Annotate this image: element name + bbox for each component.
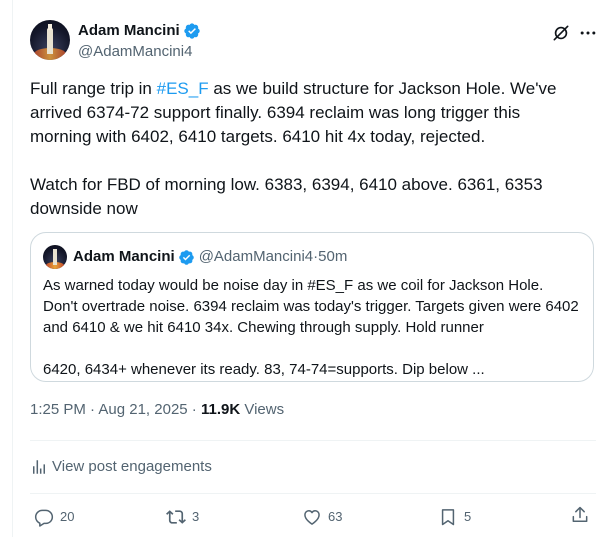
views-count: 11.9K <box>200 401 241 418</box>
tweet-date[interactable]: Aug 21, 2025 <box>98 401 187 418</box>
tweet-header: Adam Mancini @AdamMancini4 <box>30 20 596 66</box>
divider <box>30 493 596 494</box>
view-engagements-link[interactable]: View post engagements <box>30 457 212 477</box>
grok-icon[interactable] <box>551 23 571 43</box>
quoted-tweet-text: As warned today would be noise day in #E… <box>43 277 579 378</box>
repost-button[interactable]: 3 <box>166 505 199 529</box>
hashtag-link[interactable]: #ES_F <box>157 79 209 98</box>
bookmark-icon <box>441 509 455 526</box>
avatar[interactable] <box>30 20 70 60</box>
quoted-tweet-header: Adam Mancini @AdamMancini4 · 50m <box>43 245 347 269</box>
heart-icon <box>304 510 320 525</box>
verified-badge-icon <box>184 23 200 39</box>
repost-icon <box>166 510 186 524</box>
divider <box>30 440 596 441</box>
reply-count: 20 <box>60 509 75 524</box>
views-label: Views <box>240 401 285 418</box>
tweet-meta: 1:25 PM · Aug 21, 2025 · 11.9K Views <box>30 400 284 420</box>
action-bar: 20 3 63 5 <box>30 505 596 529</box>
reply-icon <box>34 509 54 527</box>
author-name-row[interactable]: Adam Mancini <box>78 21 201 41</box>
view-engagements-label: View post engagements <box>52 458 212 475</box>
author-handle[interactable]: @AdamMancini4 <box>78 42 192 62</box>
reply-button[interactable]: 20 <box>34 505 74 529</box>
quoted-avatar <box>43 245 67 269</box>
timeline-border <box>12 0 13 537</box>
like-count: 63 <box>328 509 343 524</box>
more-options-icon[interactable] <box>578 23 598 43</box>
share-button[interactable] <box>570 505 596 525</box>
tweet-time[interactable]: 1:25 PM <box>30 401 86 418</box>
like-button[interactable]: 63 <box>302 505 342 529</box>
tweet-text-part: as we build structure for Jackson Hole. … <box>30 79 557 218</box>
quoted-display-name: Adam Mancini <box>73 248 175 265</box>
bookmark-button[interactable]: 5 <box>438 505 471 529</box>
quoted-age: 50m <box>318 248 348 265</box>
meta-separator: · <box>187 401 201 418</box>
verified-badge-icon <box>178 249 194 265</box>
bookmark-count: 5 <box>464 509 472 524</box>
repost-count: 3 <box>192 509 200 524</box>
tweet-text: Full range trip in #ES_F as we build str… <box>30 77 570 221</box>
analytics-icon <box>33 460 45 474</box>
tweet-text-part: Full range trip in <box>30 79 157 98</box>
share-icon <box>572 506 588 522</box>
quoted-handle: @AdamMancini4 <box>198 248 314 265</box>
quoted-tweet[interactable]: Adam Mancini @AdamMancini4 · 50m As warn… <box>30 232 594 382</box>
meta-separator: · <box>85 401 99 418</box>
author-display-name[interactable]: Adam Mancini <box>78 21 180 41</box>
